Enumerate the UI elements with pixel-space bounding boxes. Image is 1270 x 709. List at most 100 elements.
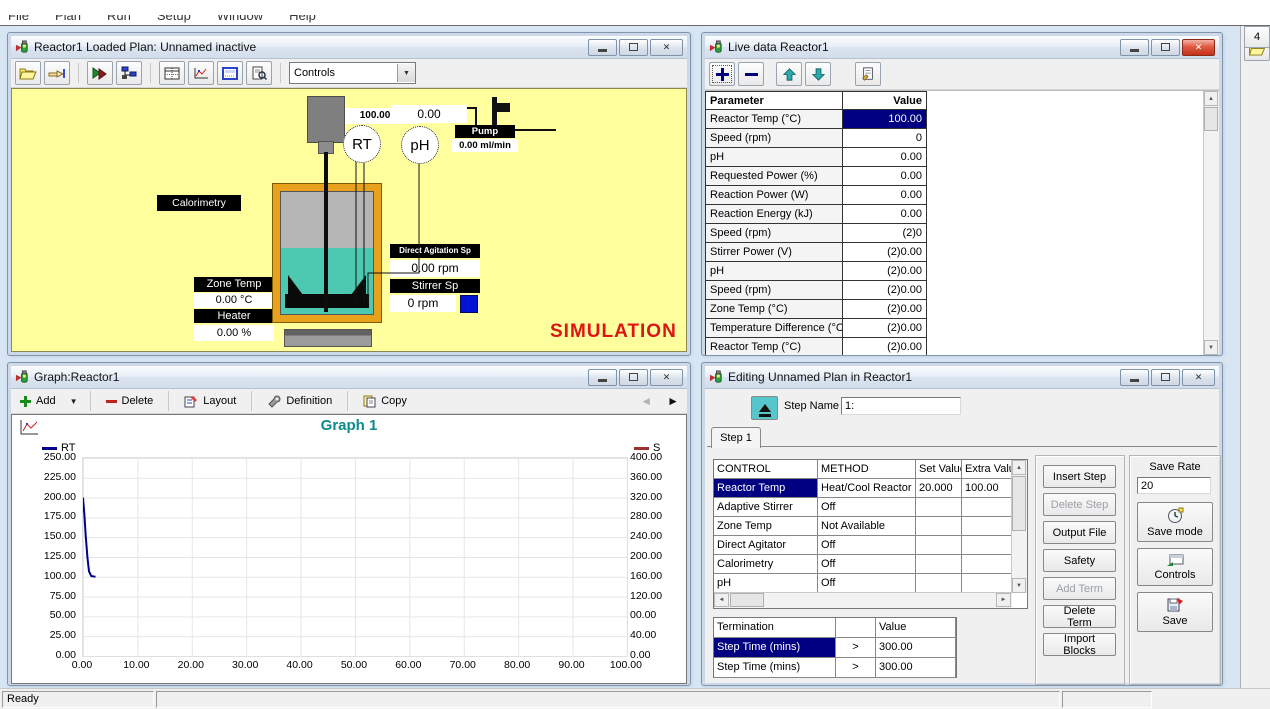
parameter-cell[interactable]: Speed (rpm) bbox=[705, 281, 843, 300]
column-header[interactable]: Extra Value bbox=[962, 460, 1012, 479]
close-button[interactable] bbox=[650, 39, 683, 56]
method-cell[interactable]: Off bbox=[818, 574, 916, 593]
value-cell[interactable]: (2)0.00 bbox=[843, 243, 927, 262]
column-header-parameter[interactable]: Parameter bbox=[705, 91, 843, 110]
delete-trace-button[interactable]: Delete bbox=[99, 390, 161, 412]
parameter-cell[interactable]: Speed (rpm) bbox=[705, 224, 843, 243]
control-cell[interactable]: Adaptive Stirrer bbox=[714, 498, 818, 517]
scroll-up-button[interactable] bbox=[1204, 91, 1218, 106]
scroll-down-button[interactable] bbox=[1204, 340, 1218, 355]
menu-item[interactable]: Run bbox=[107, 15, 131, 23]
close-button[interactable] bbox=[650, 369, 683, 386]
parameter-cell[interactable]: Reaction Energy (kJ) bbox=[705, 205, 843, 224]
table-row[interactable]: Speed (rpm) 0 bbox=[705, 129, 1219, 148]
live-data-view-button[interactable] bbox=[159, 61, 185, 85]
prev-graph-button[interactable] bbox=[640, 394, 652, 408]
extra-value-cell[interactable] bbox=[962, 574, 1012, 593]
graph-view-button[interactable] bbox=[188, 61, 214, 85]
table-row[interactable]: Speed (rpm) (2)0 bbox=[705, 224, 1219, 243]
extra-value-cell[interactable] bbox=[962, 536, 1012, 555]
plan-action-button[interactable]: Delete Step bbox=[1043, 493, 1116, 516]
close-button[interactable] bbox=[1182, 39, 1215, 56]
plan-action-button[interactable]: Add Term bbox=[1043, 577, 1116, 600]
move-down-button[interactable] bbox=[805, 62, 831, 86]
app-icon[interactable] bbox=[709, 40, 724, 55]
remove-parameter-button[interactable] bbox=[738, 62, 764, 86]
value-cell[interactable]: 300.00 bbox=[876, 638, 956, 658]
termination-cell[interactable]: Step Time (mins) bbox=[714, 638, 836, 658]
table-row[interactable]: Reactor Temp (°C) 100.00 bbox=[705, 110, 1219, 129]
table-row[interactable]: Step Time (mins) > 300.00 bbox=[714, 638, 956, 658]
table-row[interactable]: Reaction Energy (kJ) 0.00 bbox=[705, 205, 1219, 224]
menu-item[interactable]: Window bbox=[217, 15, 263, 23]
table-row[interactable]: Step Time (mins) > 300.00 bbox=[714, 658, 956, 678]
table-row[interactable]: Speed (rpm) (2)0.00 bbox=[705, 281, 1219, 300]
scroll-right-button[interactable] bbox=[996, 593, 1011, 607]
method-cell[interactable]: Not Available bbox=[818, 517, 916, 536]
tab-step-1[interactable]: Step 1 bbox=[711, 427, 761, 448]
method-cell[interactable]: Off bbox=[818, 498, 916, 517]
table-row[interactable]: pH (2)0.00 bbox=[705, 262, 1219, 281]
minimize-button[interactable] bbox=[1120, 39, 1149, 56]
method-cell[interactable]: Off bbox=[818, 555, 916, 574]
save-mode-button[interactable]: Save mode bbox=[1137, 502, 1213, 542]
control-cell[interactable]: Reactor Temp bbox=[714, 479, 818, 498]
control-cell[interactable]: pH bbox=[714, 574, 818, 593]
set-value-cell[interactable] bbox=[916, 536, 962, 555]
method-cell[interactable]: Heat/Cool Reactor bbox=[818, 479, 916, 498]
run-plan-button[interactable] bbox=[87, 61, 113, 85]
method-cell[interactable]: Off bbox=[818, 536, 916, 555]
value-cell[interactable]: 0.00 bbox=[843, 205, 927, 224]
plan-action-button[interactable]: Output File bbox=[1043, 521, 1116, 544]
extra-value-cell[interactable] bbox=[962, 517, 1012, 536]
minimize-button[interactable] bbox=[1120, 369, 1149, 386]
definition-button[interactable]: Definition bbox=[260, 390, 339, 412]
table-row[interactable]: Direct Agitator Off bbox=[714, 536, 1027, 555]
reactor-select-button[interactable]: 4 bbox=[1244, 26, 1270, 48]
value-cell[interactable]: 100.00 bbox=[843, 110, 927, 129]
table-row[interactable]: Calorimetry Off bbox=[714, 555, 1027, 574]
add-trace-button[interactable]: Add bbox=[13, 390, 63, 412]
select-dropdown-button[interactable] bbox=[397, 64, 415, 82]
parameter-cell[interactable]: Speed (rpm) bbox=[705, 129, 843, 148]
operator-cell[interactable]: > bbox=[836, 658, 876, 678]
parameter-cell[interactable]: Temperature Difference (°C) bbox=[705, 319, 843, 338]
find-view-button[interactable] bbox=[246, 61, 272, 85]
extra-value-cell[interactable]: 100.00 bbox=[962, 479, 1012, 498]
minimize-button[interactable] bbox=[588, 369, 617, 386]
table-row[interactable]: Reactor Temp Heat/Cool Reactor 20.000 10… bbox=[714, 479, 1027, 498]
rt-probe-indicator[interactable]: RT bbox=[343, 125, 381, 163]
scroll-left-button[interactable] bbox=[714, 593, 729, 607]
table-row[interactable]: Stirrer Power (V) (2)0.00 bbox=[705, 243, 1219, 262]
vertical-scrollbar[interactable] bbox=[1011, 460, 1027, 593]
scroll-up-button[interactable] bbox=[1012, 460, 1026, 475]
table-row[interactable]: Zone Temp Not Available bbox=[714, 517, 1027, 536]
table-row[interactable]: pH 0.00 bbox=[705, 148, 1219, 167]
edit-list-button[interactable] bbox=[855, 62, 881, 86]
reactor-window-titlebar[interactable]: Reactor1 Loaded Plan: Unnamed inactive bbox=[11, 36, 687, 59]
controls-button[interactable]: Controls bbox=[1137, 548, 1213, 586]
parameter-cell[interactable]: Reactor Temp (°C) bbox=[705, 110, 843, 129]
value-cell[interactable]: (2)0.00 bbox=[843, 338, 927, 355]
termination-cell[interactable]: Step Time (mins) bbox=[714, 658, 836, 678]
extra-value-cell[interactable] bbox=[962, 555, 1012, 574]
minimize-button[interactable] bbox=[588, 39, 617, 56]
menu-item[interactable]: Help bbox=[289, 15, 316, 23]
table-row[interactable]: Requested Power (%) 0.00 bbox=[705, 167, 1219, 186]
close-button[interactable] bbox=[1182, 369, 1215, 386]
value-cell[interactable]: (2)0.00 bbox=[843, 262, 927, 281]
column-header[interactable]: Set Value bbox=[916, 460, 962, 479]
control-cell[interactable]: Calorimetry bbox=[714, 555, 818, 574]
value-cell[interactable]: 0.00 bbox=[843, 167, 927, 186]
move-up-button[interactable] bbox=[776, 62, 802, 86]
scrollbar-thumb[interactable] bbox=[1012, 476, 1026, 531]
step-name-input[interactable] bbox=[841, 397, 961, 415]
value-cell[interactable]: (2)0 bbox=[843, 224, 927, 243]
parameter-cell[interactable]: Zone Temp (°C) bbox=[705, 300, 843, 319]
operator-cell[interactable]: > bbox=[836, 638, 876, 658]
column-header[interactable]: Termination bbox=[714, 618, 836, 638]
parameter-cell[interactable]: pH bbox=[705, 262, 843, 281]
scroll-down-button[interactable] bbox=[1012, 578, 1026, 593]
next-graph-button[interactable] bbox=[667, 394, 679, 408]
plan-action-button[interactable]: Safety bbox=[1043, 549, 1116, 572]
